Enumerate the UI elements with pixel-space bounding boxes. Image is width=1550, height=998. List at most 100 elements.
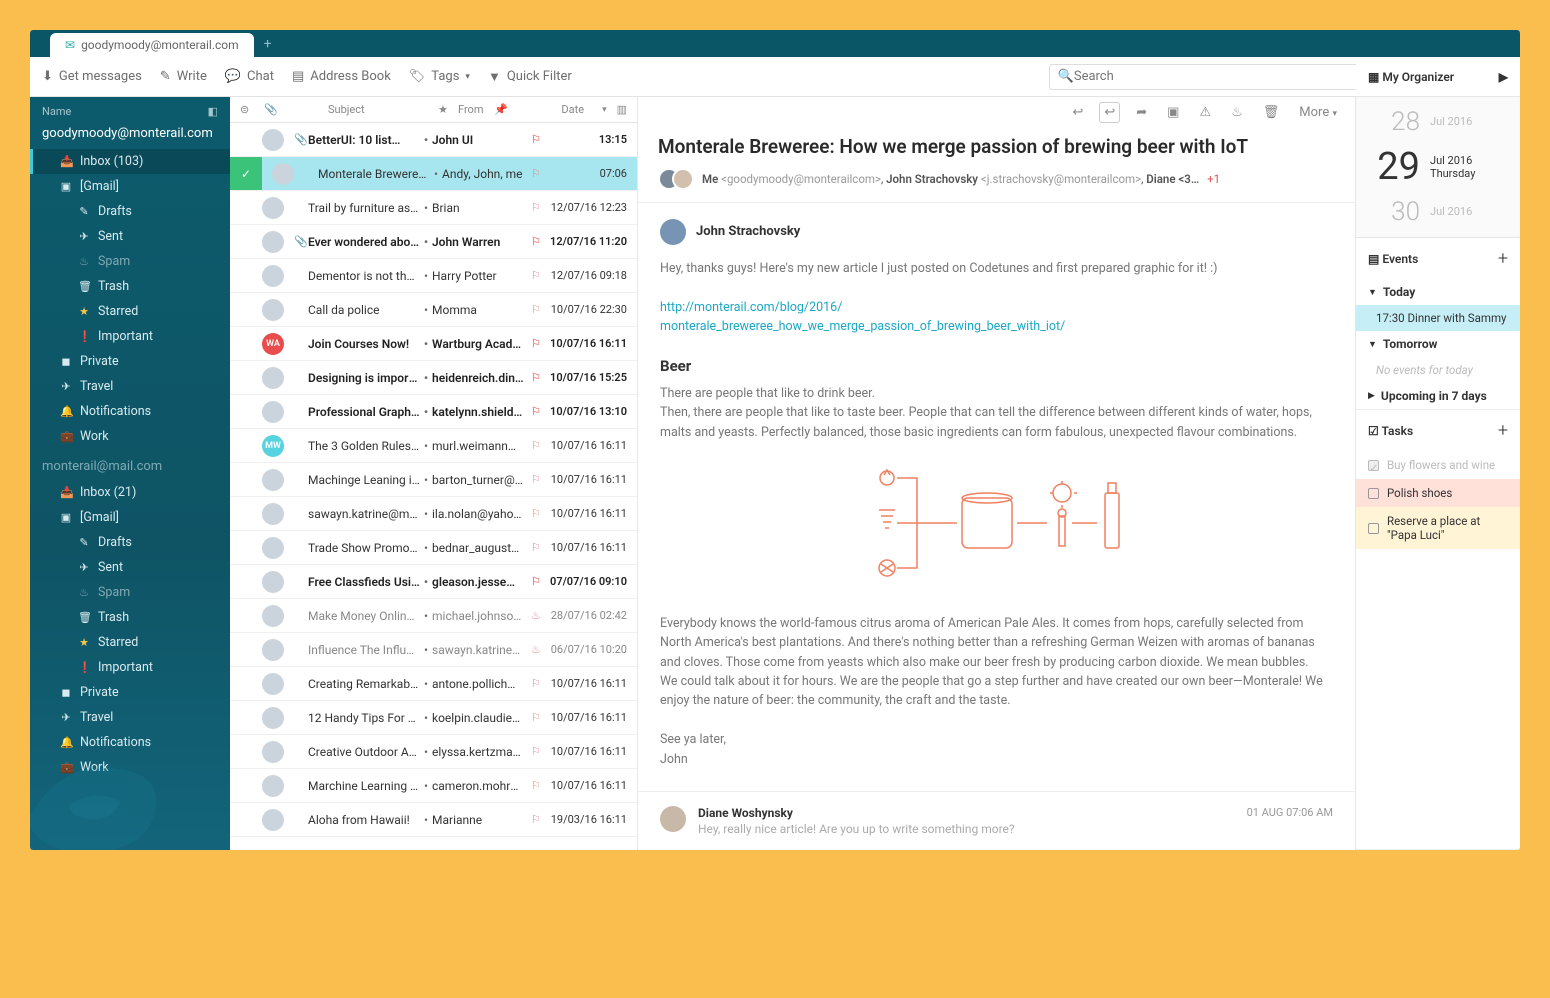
message-row[interactable]: Creative Outdoor Ads•elyssa.kertzmann@ya… [230,735,637,769]
chevron-down-icon[interactable]: ▾ [602,105,607,115]
message-row[interactable]: 📎Ever wondered abou…•John Warren⚐12/07/1… [230,225,637,259]
folder-item[interactable]: ✈Travel [30,374,230,399]
archive-icon[interactable]: ▣ [1163,103,1183,122]
message-row[interactable]: Designing is important•heidenreich.din@y… [230,361,637,395]
checkbox-icon[interactable]: ✓ [1368,460,1379,471]
pin-header-icon[interactable]: 📌 [494,103,504,116]
message-row[interactable]: 📎BetterUI: 10 list…•John UI⚐13:15 [230,123,637,157]
flag-icon: ⚐ [531,813,545,826]
folder-item[interactable]: ♨Spam [30,580,230,605]
folder-item[interactable]: ❗Important [30,655,230,680]
folder-item[interactable]: ♨Spam [30,249,230,274]
folder-item[interactable]: 💼Work [30,424,230,449]
message-row[interactable]: Marchine Learning is …•cameron.mohr@aria… [230,769,637,803]
columns-icon[interactable]: ▥ [617,103,627,116]
calendar-day[interactable]: 28Jul 2016 [1356,103,1520,141]
event-item[interactable]: 17:30 Dinner with Sammy [1356,305,1520,331]
folder-item[interactable]: 🗑Trash [30,605,230,630]
message-row[interactable]: 12 Handy Tips For Gener…•koelpin.claudie… [230,701,637,735]
junk-icon[interactable]: ⚠ [1195,103,1215,122]
folder-item[interactable]: ✈Sent [30,224,230,249]
folder-item[interactable]: ◼Private [30,349,230,374]
account-email[interactable]: goodymoody@monterail.com [30,118,230,149]
message-from: barton_turner@effertz.co… [432,473,531,487]
expand-icon[interactable]: ▶ [1499,70,1508,84]
folder-item[interactable]: ▣[Gmail] [30,505,230,530]
reply-all-icon[interactable]: ↩ [1099,102,1120,123]
checkbox-icon[interactable] [1368,488,1379,499]
write-button[interactable]: ✎Write [160,69,207,84]
quick-filter-button[interactable]: ▼Quick Filter [488,69,572,85]
tags-button[interactable]: 🏷Tags▾ [409,69,470,84]
event-group[interactable]: ▼Tomorrow [1356,331,1520,357]
folder-item[interactable]: ❗Important [30,324,230,349]
calendar-day[interactable]: 30Jul 2016 [1356,193,1520,231]
flame-icon[interactable]: ♨ [1227,103,1247,122]
col-from[interactable]: From [458,103,484,116]
folder-item[interactable]: 🗑Trash [30,274,230,299]
account-tab[interactable]: ✉ goodymoody@monterail.com [50,33,254,57]
message-row[interactable]: ✓Monterale Breweree: H…•Andy, John, me⚐0… [230,157,637,191]
message-row[interactable]: Dementor is not that bad•Harry Potter⚐12… [230,259,637,293]
thread-icon[interactable]: ⊜ [240,103,254,116]
message-row[interactable]: sawayn.katrine@manley…•ila.nolan@yahoo.c… [230,497,637,531]
col-subject[interactable]: Subject [328,103,428,116]
forward-icon[interactable]: ➦ [1132,103,1151,122]
more-recipients[interactable]: +1 [1207,172,1220,186]
add-task-button[interactable]: + [1498,420,1508,441]
message-row[interactable]: Trade Show Promotions•bednar_august@hend… [230,531,637,565]
message-body[interactable]: John Strachovsky Hey, thanks guys! Here'… [638,203,1355,791]
calendar-day[interactable]: 29Jul 2016Thursday [1356,141,1520,193]
chat-button[interactable]: 💬Chat [225,69,274,84]
message-subject: Influence The Influence… [308,643,420,657]
collapse-icon[interactable]: ◧ [208,105,218,118]
folder-item[interactable]: ★Starred [30,630,230,655]
folder-item[interactable]: 📥Inbox (103) [30,149,230,174]
account-email[interactable]: monterail@mail.com [30,449,230,480]
folder-item[interactable]: ★Starred [30,299,230,324]
event-item[interactable]: No events for today [1356,357,1520,383]
star-header-icon[interactable]: ★ [438,103,448,116]
new-tab-button[interactable]: + [254,31,282,57]
message-row[interactable]: Machinge Leaning is …•barton_turner@effe… [230,463,637,497]
flag-icon: ⚐ [531,303,545,316]
mini-calendar[interactable]: 28Jul 201629Jul 2016Thursday30Jul 2016 [1356,97,1520,238]
reply-icon[interactable]: ↩ [1068,103,1087,122]
avatar [660,219,686,245]
message-row[interactable]: Creating Remarkable Po…•antone.pollich@y… [230,667,637,701]
folder-item[interactable]: ◼Private [30,680,230,705]
more-button[interactable]: More ▾ [1295,103,1341,122]
task-item[interactable]: Polish shoes [1356,479,1520,507]
add-event-button[interactable]: + [1498,248,1508,269]
message-row[interactable]: Free Classfieds Using Th…•gleason.jesse@… [230,565,637,599]
message-row[interactable]: MWThe 3 Golden Rules Proff…•murl.weimann… [230,429,637,463]
folder-item[interactable]: ✎Drafts [30,530,230,555]
folder-item[interactable]: ▣[Gmail] [30,174,230,199]
task-item[interactable]: ✓Buy flowers and wine [1356,451,1520,479]
message-list[interactable]: 📎BetterUI: 10 list…•John UI⚐13:15✓Monter… [230,123,637,850]
message-row[interactable]: Professional Graphic De…•katelynn.shield… [230,395,637,429]
message-row[interactable]: Trail by furniture as…•Brian⚐12/07/16 12… [230,191,637,225]
message-from: cameron.mohr@ariane.na… [432,779,531,793]
get-messages-button[interactable]: ⬇Get messages [42,69,142,84]
message-subject: Trail by furniture as… [308,201,420,215]
address-book-button[interactable]: ▤Address Book [292,69,391,84]
folder-item[interactable]: ✎Drafts [30,199,230,224]
event-group[interactable]: ▼Today [1356,279,1520,305]
message-row[interactable]: WAJoin Courses Now!•Wartburg Academy⚐10/… [230,327,637,361]
attachment-header-icon[interactable]: 📎 [264,103,278,116]
message-row[interactable]: Aloha from Hawaii!•Marianne⚐19/03/16 16:… [230,803,637,837]
col-date[interactable]: Date [514,103,584,116]
folder-item[interactable]: ✈Sent [30,555,230,580]
message-subject: Join Courses Now! [308,337,420,351]
event-group[interactable]: ▶Upcoming in 7 days [1356,383,1520,409]
folder-item[interactable]: 🔔Notifications [30,399,230,424]
folder-item[interactable]: 📥Inbox (21) [30,480,230,505]
message-row[interactable]: Make Money Online Thr…•michael.johnsonn@… [230,599,637,633]
article-link[interactable]: http://monterail.com/blog/2016/ monteral… [660,300,1065,334]
message-row[interactable]: Influence The Influence…•sawayn.katrine@… [230,633,637,667]
checkbox-icon[interactable] [1368,523,1379,534]
message-row[interactable]: Call da police•Momma⚐10/07/16 22:30 [230,293,637,327]
delete-icon[interactable]: 🗑 [1259,103,1284,122]
task-item[interactable]: Reserve a place at "Papa Luci" [1356,507,1520,549]
